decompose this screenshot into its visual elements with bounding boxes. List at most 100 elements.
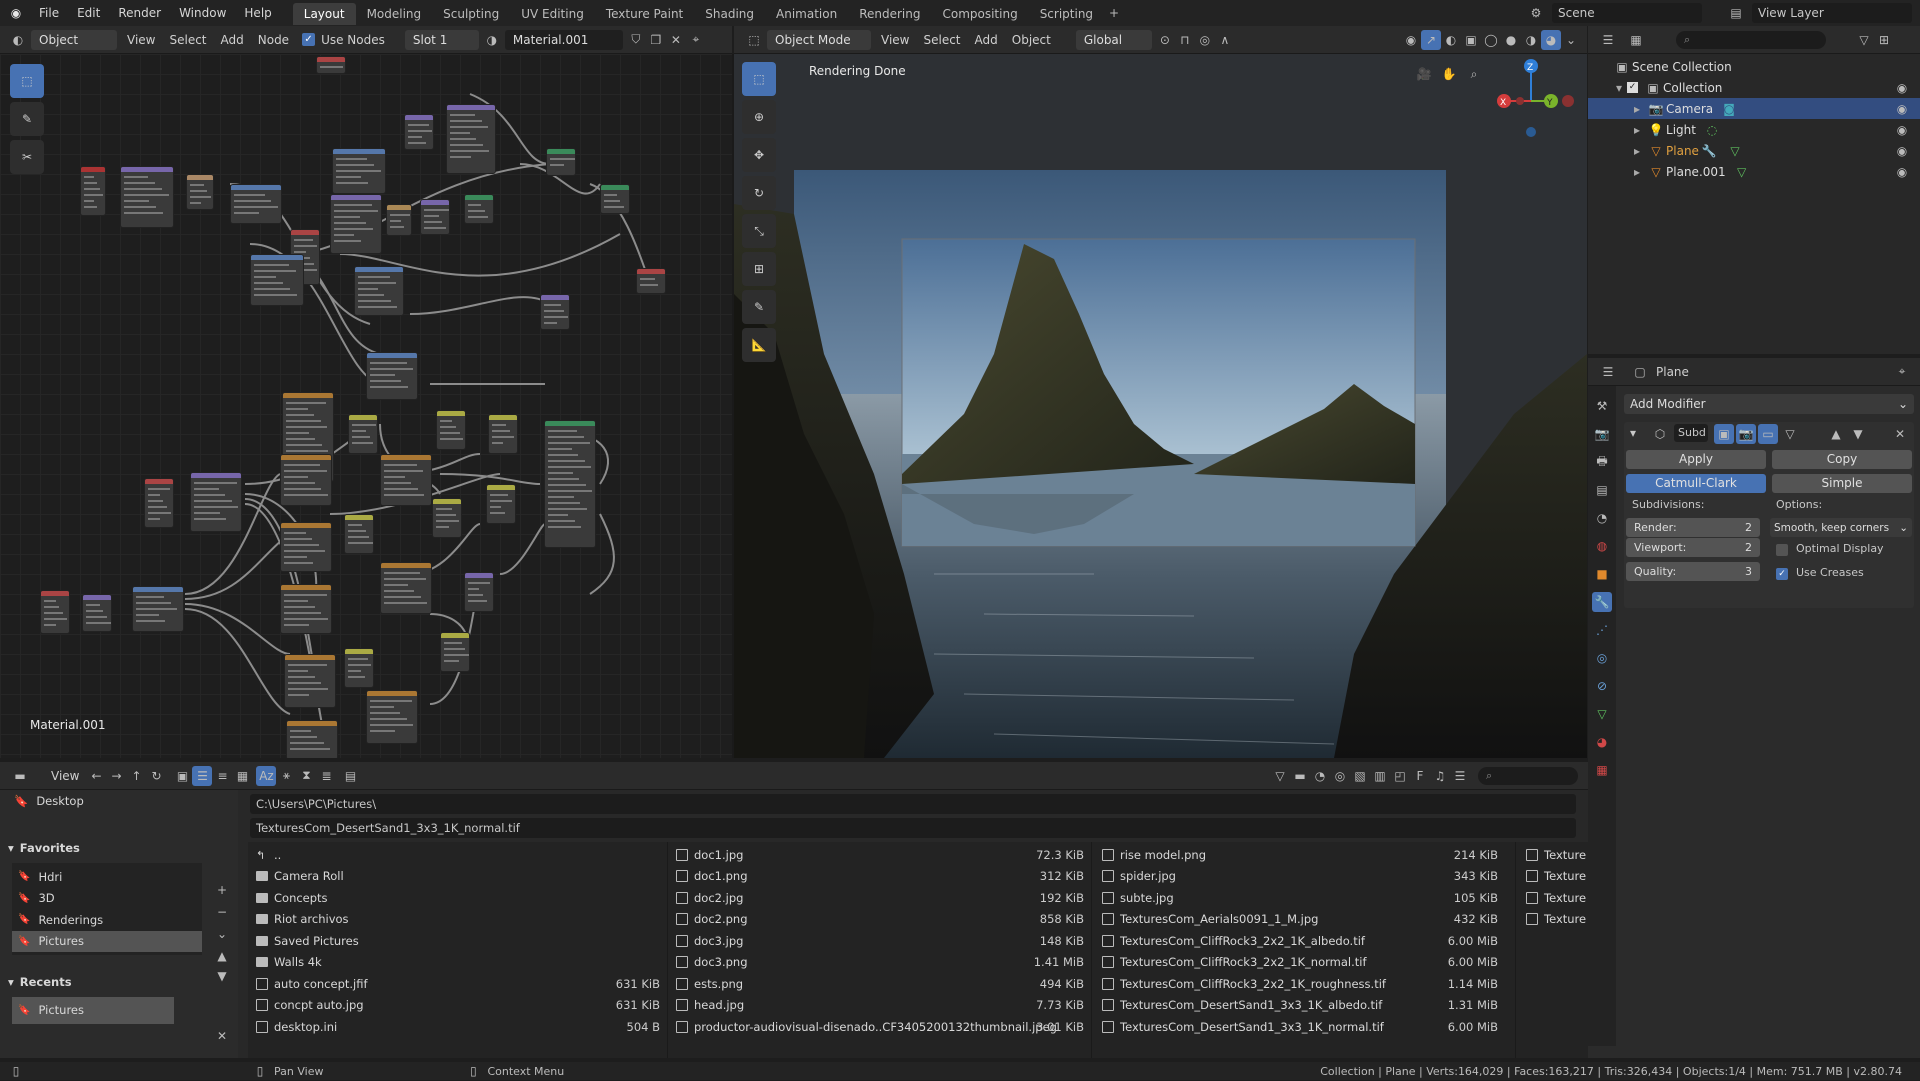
shader-node[interactable] xyxy=(380,454,432,506)
scene-collection-row[interactable]: ▣ Scene Collection xyxy=(1588,56,1920,77)
hidden-files-icon[interactable]: ▤ xyxy=(340,766,360,786)
shader-node[interactable] xyxy=(186,174,214,210)
file-search-input[interactable]: ⌕ xyxy=(1478,766,1578,785)
cursor-icon[interactable]: ⊕ xyxy=(742,100,776,134)
file-item[interactable]: concpt auto.jpg 631 KiB xyxy=(250,995,666,1017)
file-item[interactable]: TexturesCom_CliffRock3_2x2_1K_albedo.tif… xyxy=(1096,930,1504,952)
filter-blend-icon[interactable]: ◔ xyxy=(1310,766,1330,786)
shader-node[interactable] xyxy=(344,514,374,554)
tab-layout[interactable]: Layout xyxy=(292,3,356,25)
file-item[interactable]: desktop.ini 504 B xyxy=(250,1016,666,1038)
world-tab-icon[interactable]: ◍ xyxy=(1592,536,1612,556)
expand-arrow-icon[interactable]: ▾ xyxy=(1616,81,1622,95)
clear-recents-icon[interactable]: ✕ xyxy=(212,1026,232,1046)
use-nodes-checkbox[interactable]: ✓ xyxy=(302,33,316,46)
shader-node[interactable] xyxy=(280,584,332,634)
file-item[interactable]: Riot archivos xyxy=(250,909,666,931)
annotate-icon[interactable]: ✎ xyxy=(742,290,776,324)
filter-folder-icon[interactable]: ▬ xyxy=(1290,766,1310,786)
modifier-tab-icon[interactable]: 🔧 xyxy=(1592,592,1612,612)
recent-pictures[interactable]: 🔖 Pictures xyxy=(12,1000,174,1022)
remove-bookmark-icon[interactable]: − xyxy=(212,902,232,922)
node-menu-view[interactable]: View xyxy=(120,29,162,51)
eye-icon[interactable]: ◉ xyxy=(1892,78,1912,98)
favorite-hdri[interactable]: 🔖 Hdri xyxy=(12,866,202,888)
object-type-dropdown[interactable]: Object xyxy=(31,29,117,50)
sort-time-icon[interactable]: ⧗ xyxy=(296,766,316,786)
select-box-icon[interactable]: ⬚ xyxy=(742,62,776,96)
node-menu-select[interactable]: Select xyxy=(162,29,213,51)
uv-smooth-dropdown[interactable]: Smooth, keep corners ⌄ xyxy=(1770,518,1912,537)
node-menu-node[interactable]: Node xyxy=(251,29,296,51)
shader-node[interactable] xyxy=(330,194,382,254)
filter-movie-icon[interactable]: ▥ xyxy=(1370,766,1390,786)
shader-node[interactable] xyxy=(436,410,466,450)
expand-arrow-icon[interactable]: ▸ xyxy=(1634,123,1640,137)
collapse-arrow-icon[interactable]: ▾ xyxy=(1630,426,1636,440)
scale-icon[interactable]: ⤡ xyxy=(742,214,776,248)
shader-node[interactable] xyxy=(82,594,112,632)
shader-node[interactable] xyxy=(332,148,386,194)
select-box-icon[interactable]: ⬚ xyxy=(10,64,44,98)
filter-backup-icon[interactable]: ◎ xyxy=(1330,766,1350,786)
proportional-icon[interactable]: ◎ xyxy=(1195,30,1215,50)
viewport-visibility-icon[interactable]: ▭ xyxy=(1758,424,1778,444)
bookmark-menu-icon[interactable]: ⌄ xyxy=(212,924,232,944)
shader-node[interactable] xyxy=(432,498,462,538)
use-creases-checkbox[interactable]: ✓ xyxy=(1776,568,1788,580)
add-modifier-dropdown[interactable]: Add Modifier ⌄ xyxy=(1624,394,1914,414)
file-item[interactable]: rise model.png 214 KiB xyxy=(1096,844,1504,866)
file-item[interactable]: TexturesCom_DesertSand1_3x3_1K_normal.ti… xyxy=(1096,1016,1504,1038)
file-item[interactable]: doc3.jpg 148 KiB xyxy=(670,930,1090,952)
expand-arrow-icon[interactable]: ▸ xyxy=(1634,165,1640,179)
file-item[interactable]: Texture xyxy=(1520,887,1588,909)
snap-icon[interactable]: ⊓ xyxy=(1175,30,1195,50)
shader-node[interactable] xyxy=(280,522,332,572)
shader-node[interactable] xyxy=(80,166,106,216)
tab-modeling[interactable]: Modeling xyxy=(356,3,433,25)
editmode-icon[interactable]: ▣ xyxy=(1714,424,1734,444)
file-item[interactable]: spider.jpg 343 KiB xyxy=(1096,866,1504,888)
file-item[interactable]: productor-audiovisual-disenado..CF340520… xyxy=(670,1016,1090,1038)
simple-button[interactable]: Simple xyxy=(1772,474,1912,493)
shader-node[interactable] xyxy=(540,294,570,330)
3d-viewport[interactable]: Rendering Done ⬚ ⊕ ✥ ↻ ⤡ ⊞ ✎ 📐 🎥 ✋ ⌕ Z X… xyxy=(734,54,1587,758)
scene-icon[interactable]: ⚙ xyxy=(1526,3,1546,23)
long-list-icon[interactable]: ≡ xyxy=(212,766,232,786)
parent-dir-icon[interactable]: ↑ xyxy=(126,766,146,786)
material-browse-icon[interactable]: ◑ xyxy=(482,30,502,50)
shader-node[interactable] xyxy=(230,184,282,224)
editor-type-icon[interactable]: ⬚ xyxy=(744,30,764,50)
menu-render[interactable]: Render xyxy=(109,0,170,26)
add-bookmark-icon[interactable]: + xyxy=(212,880,232,900)
viewport-menu-view[interactable]: View xyxy=(874,29,916,51)
shader-node[interactable] xyxy=(600,184,630,214)
sort-ext-icon[interactable]: ⚹ xyxy=(276,766,296,786)
light-data-icon[interactable]: ◌ xyxy=(1702,120,1722,140)
orientation-dropdown[interactable]: Global xyxy=(1075,29,1152,50)
xray-icon[interactable]: ▣ xyxy=(1461,30,1481,50)
zoom-icon[interactable]: ⌕ xyxy=(1464,64,1484,84)
new-collection-icon[interactable]: ⊞ xyxy=(1874,30,1894,50)
rendered-shading-icon[interactable]: ◕ xyxy=(1541,29,1561,50)
outliner-search-input[interactable]: ⌕ xyxy=(1676,30,1826,49)
pan-hand-icon[interactable]: ✋ xyxy=(1439,64,1459,84)
shader-node[interactable] xyxy=(546,148,576,176)
modifier-name-field[interactable]: Subd xyxy=(1674,424,1708,442)
unlink-icon[interactable]: ✕ xyxy=(666,30,686,50)
solid-shading-icon[interactable]: ● xyxy=(1501,30,1521,50)
move-up-icon[interactable]: ▲ xyxy=(1826,424,1846,444)
pin-icon[interactable]: ⌖ xyxy=(1892,362,1912,382)
material-name-field[interactable]: Material.001 xyxy=(504,29,623,50)
copy-button[interactable]: Copy xyxy=(1772,450,1912,469)
menu-help[interactable]: Help xyxy=(235,0,280,26)
tab-compositing[interactable]: Compositing xyxy=(931,3,1028,25)
file-item[interactable]: Saved Pictures xyxy=(250,930,666,952)
shader-node[interactable] xyxy=(544,420,596,548)
blender-logo-icon[interactable]: ◉ xyxy=(6,3,26,23)
quality-field[interactable]: Quality: 3 xyxy=(1626,562,1760,581)
optimal-display-checkbox[interactable] xyxy=(1776,544,1788,556)
tab-scripting[interactable]: Scripting xyxy=(1029,3,1104,25)
measure-icon[interactable]: 📐 xyxy=(742,328,776,362)
tab-uv-editing[interactable]: UV Editing xyxy=(510,3,595,25)
